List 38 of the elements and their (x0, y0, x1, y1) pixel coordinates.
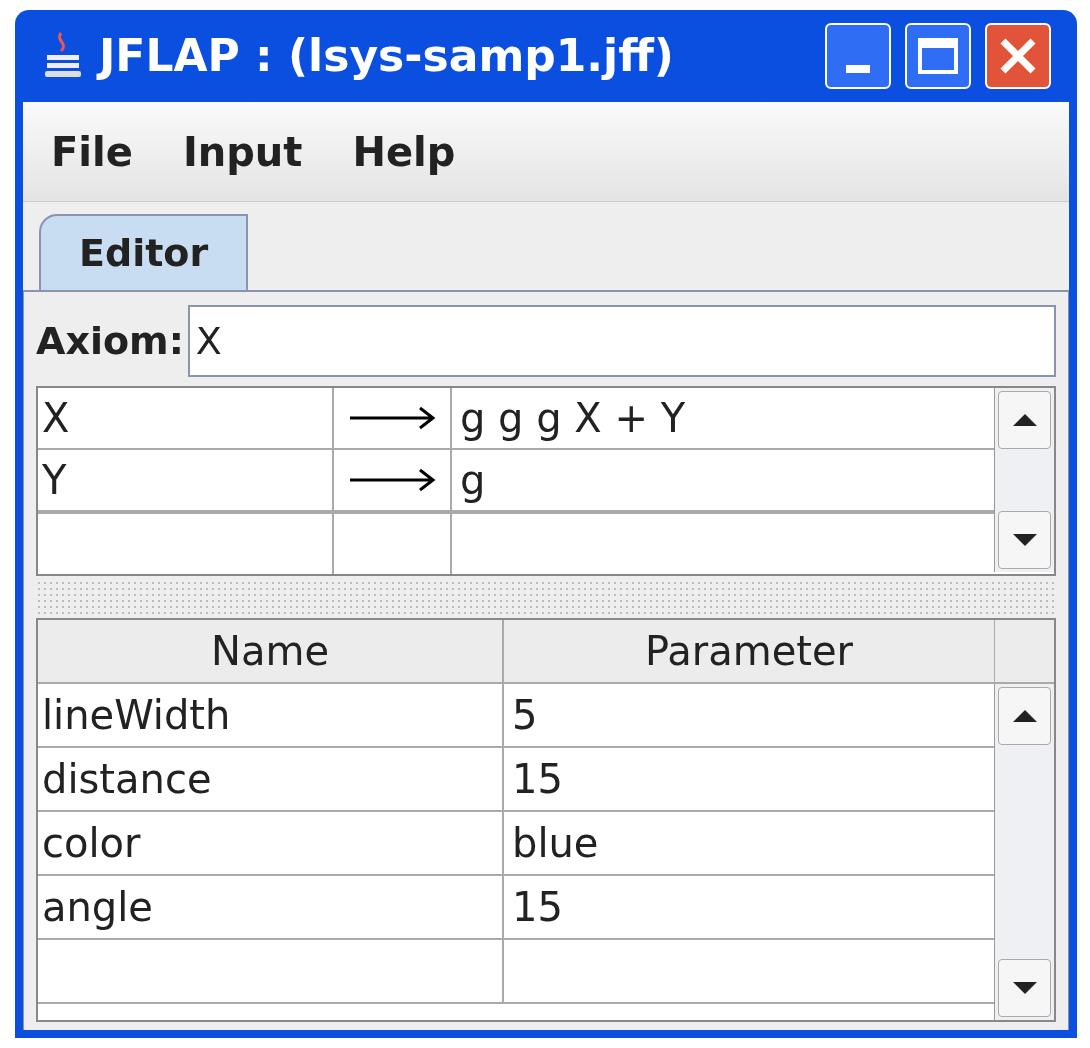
maximize-button[interactable] (905, 23, 971, 89)
table-cell[interactable]: blue (504, 812, 994, 874)
right-arrow-icon (350, 406, 436, 430)
menu-item[interactable]: Help (352, 121, 456, 182)
column-header[interactable]: Name (38, 620, 504, 682)
table-cell[interactable]: g g g X + Y (452, 388, 994, 448)
table-cell[interactable]: lineWidth (38, 684, 504, 746)
right-arrow-icon (350, 468, 436, 492)
axiom-label: Axiom: (36, 317, 184, 365)
minimize-icon (846, 65, 870, 73)
table-cell[interactable]: 15 (504, 876, 994, 938)
menu-item[interactable]: Input (182, 121, 303, 182)
maximize-icon (918, 38, 958, 74)
table-cell[interactable]: g (452, 450, 994, 510)
scroll-down-button[interactable] (998, 511, 1051, 569)
table-cell[interactable]: color (38, 812, 504, 874)
scrollbar[interactable] (994, 388, 1054, 572)
minimize-button[interactable] (825, 23, 891, 89)
menu-item[interactable]: File (51, 121, 133, 182)
tab[interactable]: Editor (39, 214, 249, 290)
axiom-field[interactable]: X (187, 305, 1056, 377)
table-cell[interactable]: angle (38, 876, 504, 938)
close-icon (998, 36, 1038, 76)
scroll-up-button[interactable] (998, 687, 1051, 745)
scrollbar[interactable] (994, 684, 1054, 1020)
up-arrow-icon (1011, 709, 1038, 723)
table-cell[interactable]: distance (38, 748, 504, 810)
scroll-up-button[interactable] (998, 391, 1051, 449)
close-button[interactable] (985, 23, 1051, 89)
table-cell[interactable]: X (38, 388, 334, 448)
column-header[interactable]: Parameter (504, 620, 994, 682)
table-cell[interactable]: 15 (504, 748, 994, 810)
down-arrow-icon (1011, 981, 1038, 995)
up-arrow-icon (1011, 413, 1038, 427)
down-arrow-icon (1011, 533, 1038, 547)
scroll-down-button[interactable] (998, 959, 1051, 1017)
table-cell[interactable]: 5 (504, 684, 994, 746)
table-cell[interactable]: Y (38, 450, 334, 510)
